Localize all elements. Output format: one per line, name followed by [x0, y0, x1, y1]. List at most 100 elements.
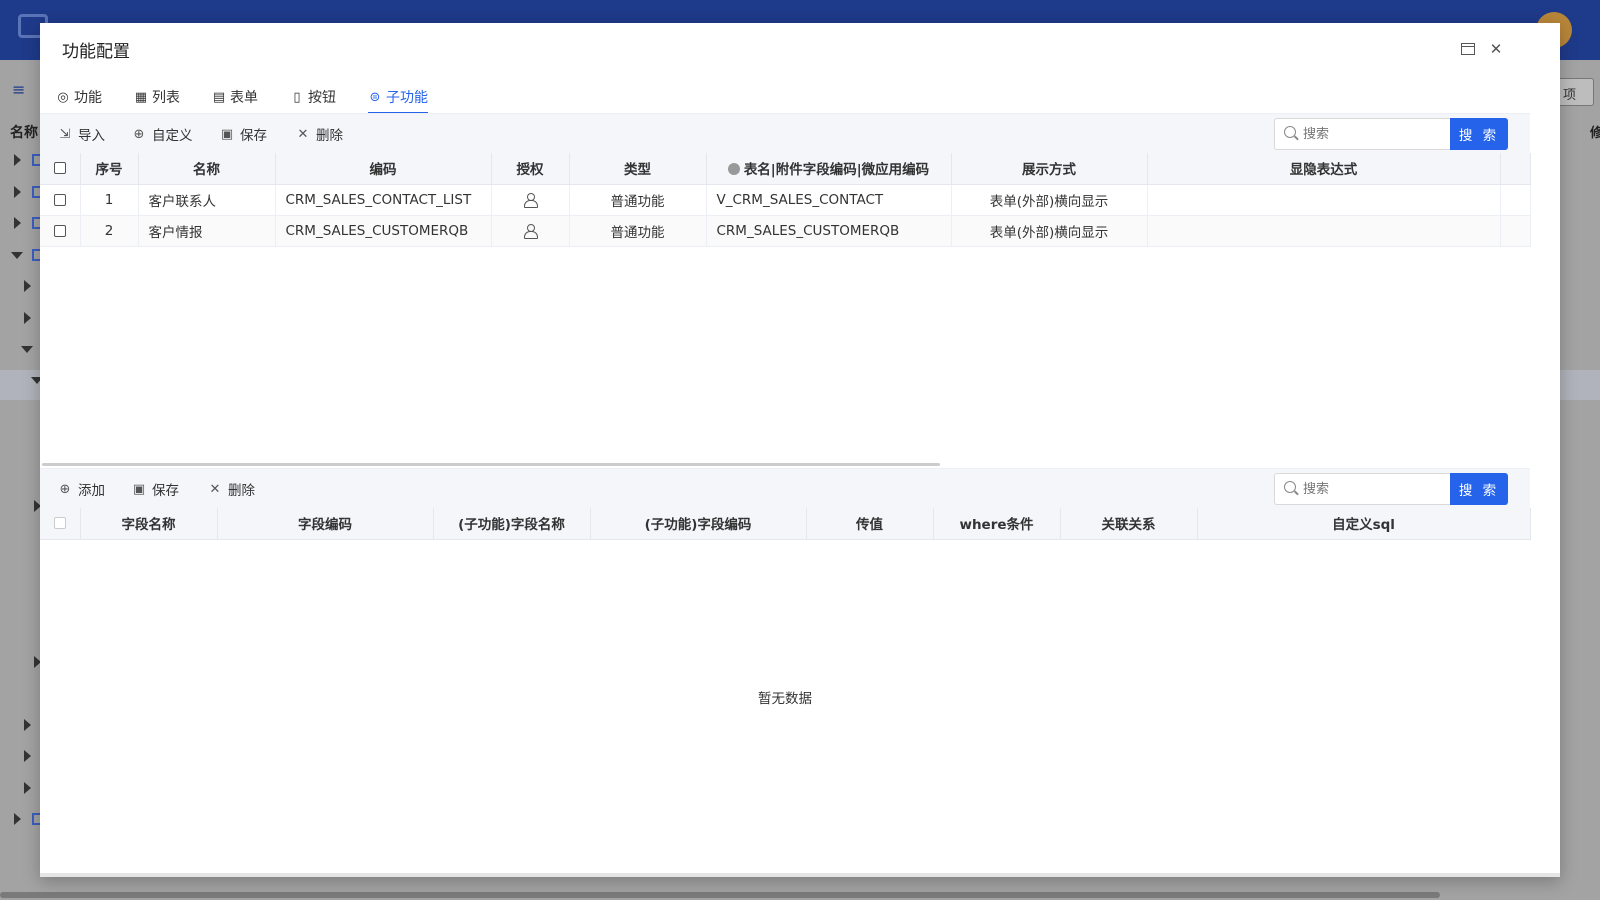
search-button[interactable]: 搜 索 [1450, 118, 1508, 150]
row-name[interactable]: 客户情报 [138, 215, 276, 247]
row-select-cell[interactable] [40, 215, 81, 247]
row-checkbox[interactable] [53, 224, 66, 237]
user-icon[interactable] [524, 193, 538, 208]
search-input[interactable] [1274, 473, 1450, 505]
table-row[interactable]: 1 客户联系人 CRM_SALES_CONTACT_LIST 普通功能 V_CR… [40, 184, 1531, 216]
column-header[interactable]: 序号 [80, 153, 139, 185]
save-button[interactable]: ▣ 保存 [132, 479, 179, 500]
row-expression[interactable] [1147, 215, 1501, 247]
expand-arrow-icon[interactable] [14, 813, 21, 825]
tab-function[interactable]: ◎ 功能 [56, 80, 102, 114]
import-label: 导入 [78, 128, 105, 144]
expand-arrow-icon[interactable] [24, 782, 31, 794]
column-header[interactable]: 字段名称 [80, 508, 218, 540]
search-button[interactable]: 搜 索 [1450, 473, 1508, 505]
column-header[interactable]: (子功能)字段编码 [590, 508, 807, 540]
table-horizontal-scrollbar[interactable] [42, 463, 940, 466]
background-scrollbar[interactable] [0, 892, 1440, 898]
close-icon: ✕ [297, 126, 309, 142]
row-name[interactable]: 客户联系人 [138, 184, 276, 216]
help-icon[interactable] [727, 163, 740, 176]
tab-form[interactable]: ▤ 表单 [212, 80, 258, 114]
background-tab[interactable]: 项 [1554, 78, 1594, 106]
maximize-button[interactable] [1458, 39, 1478, 59]
custom-button[interactable]: ⊕ 自定义 [132, 124, 193, 145]
column-header-spacer [1500, 153, 1531, 185]
select-all-checkbox[interactable] [53, 517, 66, 530]
expand-arrow-icon[interactable] [14, 217, 21, 229]
column-header[interactable]: 自定义sql [1197, 508, 1531, 540]
mouse-icon: ▯ [293, 89, 301, 105]
form-icon: ▤ [212, 89, 226, 105]
tab-sub-function[interactable]: ⊜ 子功能 [368, 80, 428, 114]
table-header: 序号 名称 编码 授权 类型 表名|附件字段编码|微应用编码 展示方式 显隐表达… [40, 153, 1531, 185]
save-icon: ▣ [220, 126, 234, 142]
column-header[interactable]: 显隐表达式 [1147, 153, 1501, 185]
collapse-arrow-icon[interactable] [21, 346, 33, 353]
column-header[interactable]: 展示方式 [951, 153, 1148, 185]
tab-label: 子功能 [386, 90, 428, 106]
import-icon: ⇲ [59, 126, 71, 142]
column-header[interactable]: 授权 [491, 153, 570, 185]
collapse-arrow-icon[interactable] [11, 252, 23, 259]
delete-button[interactable]: ✕ 删除 [208, 479, 255, 500]
row-display[interactable]: 表单(外部)横向显示 [951, 184, 1148, 216]
tab-label: 表单 [230, 90, 258, 106]
tab-list[interactable]: ▦ 列表 [134, 80, 180, 114]
column-header[interactable]: 类型 [569, 153, 707, 185]
sub-function-table: 序号 名称 编码 授权 类型 表名|附件字段编码|微应用编码 展示方式 显隐表达… [40, 153, 1531, 247]
dialog-title: 功能配置 [62, 42, 130, 62]
row-display[interactable]: 表单(外部)横向显示 [951, 215, 1148, 247]
expand-arrow-icon[interactable] [24, 750, 31, 762]
delete-button[interactable]: ✕ 删除 [296, 124, 343, 145]
row-code[interactable]: CRM_SALES_CONTACT_LIST [275, 184, 492, 216]
column-header[interactable]: 字段编码 [217, 508, 434, 540]
row-spacer [1500, 215, 1531, 247]
select-all-cell[interactable] [40, 508, 81, 540]
column-header[interactable]: 名称 [138, 153, 276, 185]
row-checkbox[interactable] [53, 193, 66, 206]
maximize-icon [1461, 43, 1475, 55]
search-input[interactable] [1274, 118, 1450, 150]
row-table-name[interactable]: CRM_SALES_CUSTOMERQB [706, 215, 952, 247]
column-header[interactable]: 编码 [275, 153, 492, 185]
row-code[interactable]: CRM_SALES_CUSTOMERQB [275, 215, 492, 247]
table-row[interactable]: 2 客户情报 CRM_SALES_CUSTOMERQB 普通功能 CRM_SAL… [40, 215, 1531, 247]
target-icon: ◎ [57, 89, 69, 105]
user-icon[interactable] [524, 224, 538, 239]
expand-arrow-icon[interactable] [24, 312, 31, 324]
dialog-bottom-edge [40, 873, 1560, 877]
row-table-name[interactable]: V_CRM_SALES_CONTACT [706, 184, 952, 216]
function-config-dialog: 功能配置 ✕ ◎ 功能 ▦ 列表 ▤ 表单 ▯ 按钮 ⊜ 子功能 ⇲ 导入 ⊕ … [40, 23, 1560, 877]
expand-arrow-icon[interactable] [14, 154, 21, 166]
column-header-table-name[interactable]: 表名|附件字段编码|微应用编码 [706, 153, 952, 185]
close-button[interactable]: ✕ [1486, 39, 1506, 59]
column-header[interactable]: (子功能)字段名称 [433, 508, 591, 540]
sub-function-toolbar: ⇲ 导入 ⊕ 自定义 ▣ 保存 ✕ 删除 搜 索 [40, 113, 1530, 153]
expand-arrow-icon[interactable] [24, 719, 31, 731]
expand-arrow-icon[interactable] [24, 280, 31, 292]
background-column-header: 修 [1590, 126, 1600, 141]
column-header[interactable]: where条件 [933, 508, 1061, 540]
column-header[interactable]: 传值 [806, 508, 934, 540]
menu-icon[interactable]: ≡ [12, 80, 25, 99]
row-type[interactable]: 普通功能 [569, 184, 707, 216]
close-icon: ✕ [1489, 40, 1503, 58]
row-select-cell[interactable] [40, 184, 81, 216]
table-header: 字段名称 字段编码 (子功能)字段名称 (子功能)字段编码 传值 where条件… [40, 508, 1531, 540]
save-button[interactable]: ▣ 保存 [220, 124, 267, 145]
row-authorize[interactable] [491, 215, 570, 247]
add-button[interactable]: ⊕ 添加 [58, 479, 105, 500]
column-header[interactable]: 关联关系 [1060, 508, 1198, 540]
select-all-checkbox[interactable] [53, 162, 66, 175]
select-all-cell[interactable] [40, 153, 81, 185]
tab-button[interactable]: ▯ 按钮 [290, 80, 336, 114]
import-button[interactable]: ⇲ 导入 [58, 124, 105, 145]
row-authorize[interactable] [491, 184, 570, 216]
list-circle-icon: ⊜ [369, 89, 381, 105]
row-type[interactable]: 普通功能 [569, 215, 707, 247]
expand-arrow-icon[interactable] [14, 186, 21, 198]
save-icon: ▣ [132, 481, 146, 497]
add-label: 添加 [78, 483, 105, 499]
row-expression[interactable] [1147, 184, 1501, 216]
